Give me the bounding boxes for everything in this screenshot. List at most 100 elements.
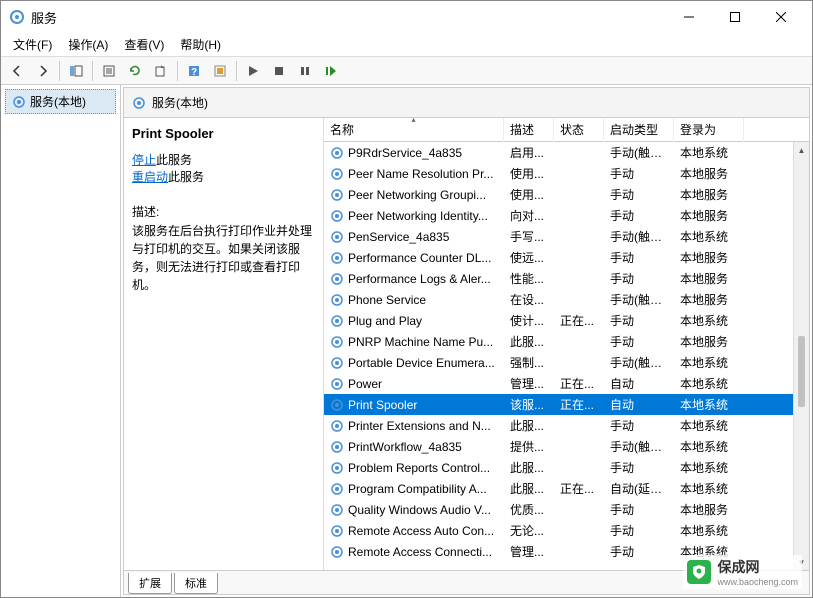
cell-status xyxy=(554,193,604,197)
toolbar: ? xyxy=(1,57,812,85)
service-gear-icon xyxy=(330,272,344,286)
service-row[interactable]: Peer Name Resolution Pr...使用...手动本地服务 xyxy=(324,163,793,184)
refresh-button[interactable] xyxy=(123,59,147,83)
column-header-status[interactable]: 状态 xyxy=(554,118,604,142)
service-row[interactable]: PenService_4a835手写...手动(触发...本地系统 xyxy=(324,226,793,247)
list-pane: 名称▴ 描述 状态 启动类型 登录为 P9RdrService_4a835启用.… xyxy=(324,118,809,570)
tree-pane[interactable]: 服务(本地) xyxy=(1,85,121,597)
nav-forward-button[interactable] xyxy=(31,59,55,83)
cell-status: 正在... xyxy=(554,394,604,415)
services-list[interactable]: P9RdrService_4a835启用...手动(触发...本地系统Peer … xyxy=(324,142,793,570)
service-row[interactable]: Quality Windows Audio V...优质...手动本地服务 xyxy=(324,499,793,520)
service-gear-icon xyxy=(330,230,344,244)
toolbar-button[interactable] xyxy=(208,59,232,83)
cell-status xyxy=(554,298,604,302)
cell-status xyxy=(554,424,604,428)
service-row[interactable]: Performance Logs & Aler...性能...手动本地服务 xyxy=(324,268,793,289)
menu-action[interactable]: 操作(A) xyxy=(60,34,116,55)
service-row[interactable]: Power管理...正在...自动本地系统 xyxy=(324,373,793,394)
detail-desc-label: 描述: xyxy=(132,203,315,220)
watermark-shield-icon xyxy=(687,560,711,584)
cell-status xyxy=(554,529,604,533)
cell-status xyxy=(554,508,604,512)
cell-name: Printer Extensions and N... xyxy=(324,417,504,435)
restart-service-button[interactable] xyxy=(319,59,343,83)
cell-startup: 手动(触发... xyxy=(604,226,674,247)
cell-logon: 本地系统 xyxy=(674,520,744,541)
nav-back-button[interactable] xyxy=(5,59,29,83)
service-row[interactable]: Portable Device Enumera...强制...手动(触发...本… xyxy=(324,352,793,373)
properties-button[interactable] xyxy=(97,59,121,83)
menu-file[interactable]: 文件(F) xyxy=(5,34,60,55)
svg-text:?: ? xyxy=(191,67,197,78)
services-app-icon xyxy=(9,9,25,25)
minimize-button[interactable] xyxy=(666,1,712,33)
cell-desc: 向对... xyxy=(504,205,554,226)
detail-service-name: Print Spooler xyxy=(132,126,315,141)
service-row[interactable]: Print Spooler该服...正在...自动本地系统 xyxy=(324,394,793,415)
toolbar-separator xyxy=(236,61,237,81)
scroll-up-button[interactable]: ▲ xyxy=(794,142,809,158)
column-header-name[interactable]: 名称▴ xyxy=(324,118,504,142)
cell-name: Peer Name Resolution Pr... xyxy=(324,165,504,183)
service-row[interactable]: Phone Service在设...手动(触发...本地服务 xyxy=(324,289,793,310)
help-button[interactable]: ? xyxy=(182,59,206,83)
start-service-button[interactable] xyxy=(241,59,265,83)
cell-logon: 本地系统 xyxy=(674,436,744,457)
cell-desc: 使用... xyxy=(504,163,554,184)
tree-root-services[interactable]: 服务(本地) xyxy=(5,89,116,114)
cell-name: PrintWorkflow_4a835 xyxy=(324,438,504,456)
service-row[interactable]: Problem Reports Control...此服...手动本地系统 xyxy=(324,457,793,478)
column-header-startup[interactable]: 启动类型 xyxy=(604,118,674,142)
service-row[interactable]: Printer Extensions and N...此服...手动本地系统 xyxy=(324,415,793,436)
column-header-desc[interactable]: 描述 xyxy=(504,118,554,142)
maximize-button[interactable] xyxy=(712,1,758,33)
tab-standard[interactable]: 标准 xyxy=(174,573,218,594)
export-button[interactable] xyxy=(149,59,173,83)
stop-service-link[interactable]: 停止 xyxy=(132,153,156,167)
cell-status xyxy=(554,214,604,218)
stop-service-button[interactable] xyxy=(267,59,291,83)
pause-service-button[interactable] xyxy=(293,59,317,83)
cell-desc: 优质... xyxy=(504,499,554,520)
service-gear-icon xyxy=(330,335,344,349)
cell-startup: 手动 xyxy=(604,310,674,331)
tab-extended[interactable]: 扩展 xyxy=(128,573,172,594)
service-row[interactable]: PNRP Machine Name Pu...此服...手动本地服务 xyxy=(324,331,793,352)
cell-startup: 手动 xyxy=(604,415,674,436)
show-hide-tree-button[interactable] xyxy=(64,59,88,83)
cell-logon: 本地系统 xyxy=(674,226,744,247)
cell-name: Program Compatibility A... xyxy=(324,480,504,498)
scroll-thumb[interactable] xyxy=(798,336,805,407)
cell-startup: 手动 xyxy=(604,268,674,289)
window-controls xyxy=(666,1,804,33)
service-row[interactable]: Program Compatibility A...此服...正在...自动(延… xyxy=(324,478,793,499)
service-gear-icon xyxy=(330,356,344,370)
vertical-scrollbar[interactable]: ▲ ▼ xyxy=(793,142,809,570)
service-row[interactable]: Performance Counter DL...使远...手动本地服务 xyxy=(324,247,793,268)
service-row[interactable]: Peer Networking Groupi...使用...手动本地服务 xyxy=(324,184,793,205)
service-gear-icon xyxy=(330,377,344,391)
cell-desc: 管理... xyxy=(504,373,554,394)
service-row[interactable]: PrintWorkflow_4a835提供...手动(触发...本地系统 xyxy=(324,436,793,457)
cell-status xyxy=(554,235,604,239)
menubar: 文件(F) 操作(A) 查看(V) 帮助(H) xyxy=(1,33,812,57)
titlebar[interactable]: 服务 xyxy=(1,1,812,33)
menu-help[interactable]: 帮助(H) xyxy=(172,34,229,55)
service-row[interactable]: Plug and Play使计...正在...手动本地系统 xyxy=(324,310,793,331)
cell-startup: 自动 xyxy=(604,394,674,415)
restart-service-link[interactable]: 重启动 xyxy=(132,170,168,184)
service-row[interactable]: Remote Access Auto Con...无论...手动本地系统 xyxy=(324,520,793,541)
detail-desc-text: 该服务在后台执行打印作业并处理与打印机的交互。如果关闭该服务，则无法进行打印或查… xyxy=(132,222,315,294)
column-header-logon[interactable]: 登录为 xyxy=(674,118,744,142)
service-row[interactable]: P9RdrService_4a835启用...手动(触发...本地系统 xyxy=(324,142,793,163)
restart-suffix: 此服务 xyxy=(168,170,204,184)
toolbar-separator xyxy=(59,61,60,81)
service-gear-icon xyxy=(330,482,344,496)
service-row[interactable]: Peer Networking Identity...向对...手动本地服务 xyxy=(324,205,793,226)
menu-view[interactable]: 查看(V) xyxy=(116,34,172,55)
sort-indicator-icon: ▴ xyxy=(411,118,415,124)
scroll-track[interactable] xyxy=(794,158,809,554)
close-button[interactable] xyxy=(758,1,804,33)
cell-name: Power xyxy=(324,375,504,393)
